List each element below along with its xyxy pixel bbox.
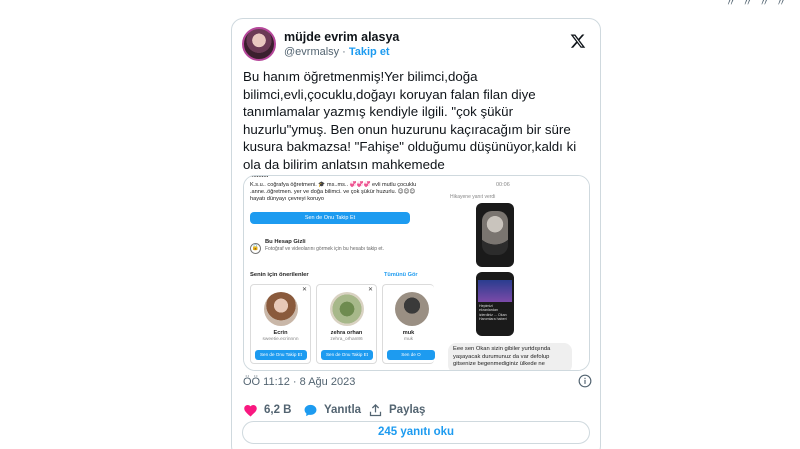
suggestion-card: ✕ Ecrin sweetie.ecrinnnn Sen de Onu Taki… — [250, 284, 311, 364]
tweet-actions: 6,2 B Yanıtla Paylaş — [243, 401, 593, 419]
suggestions-title: Senin için önerilenler — [250, 272, 309, 278]
share-label: Paylaş — [389, 404, 426, 416]
suggestion-username: muk — [403, 337, 414, 342]
suggestion-card: ✕ zehra orhan zehra_orhan86 Sen de Onu T… — [316, 284, 377, 364]
dm-message-bubble: Eee sen Okan sizin gibiler yurtdışında y… — [448, 343, 572, 370]
story-caption: Hepimizi ekranlardan izlerdiniz ... Okan… — [479, 304, 507, 322]
tweet-timestamp[interactable]: ÖÖ 11:12 · 8 Ağu 2023 — [243, 376, 355, 388]
tweet-text-line: Bu hanım öğretmenmiş!Yer bilimci,doğa — [243, 69, 478, 84]
story-thumbnail — [476, 203, 514, 267]
heart-icon — [244, 404, 257, 416]
private-account-title: Bu Hesap Gizli — [265, 239, 306, 245]
tweet-text-line: tanımlamalar yazmış kendiyle ilgili. "ço… — [243, 104, 514, 120]
author-name[interactable]: müjde evrim alasya — [284, 30, 399, 44]
profile-screenshot: ........... K.s.u.. coğrafya öğretmeni. … — [244, 175, 435, 370]
ss-follow-back-button: Sen de Onu Takip Et — [250, 212, 410, 224]
suggestion-follow-button: Sen de Onu Takip Et — [255, 350, 307, 360]
story-stage-image — [478, 280, 512, 302]
private-account-desc: Fotoğraf ve videolarını görmek için bu h… — [265, 246, 384, 252]
top-strip: 〃 〃 〃 〃 — [0, 0, 800, 9]
tweet-embed-card: müjde evrim alasya @evrmalsy · Takip et Bu… — [231, 18, 601, 449]
tweet-text-line: kusura bakmazsa! "Fahişe" olduğumu düşün… — [243, 139, 577, 155]
dm-replied-label: Hikayene yanıt verdi — [450, 194, 496, 200]
author-avatar[interactable] — [242, 27, 276, 61]
suggestion-follow-button: Sen de Onu Takip Et — [321, 350, 373, 360]
close-icon: ✕ — [301, 287, 307, 293]
tweet-text: Bu hanım öğretmenmiş!Yer bilimci,doğa bi… — [243, 68, 593, 174]
dm-screenshot: 00:06 Hikayene yanıt verdi Hepimizi ekra… — [444, 176, 589, 370]
suggestion-name: Ecrin — [273, 330, 288, 336]
see-all-link: Tümünü Gör — [384, 272, 418, 278]
suggestion-avatar — [264, 292, 298, 326]
separator-dot: · — [342, 46, 346, 58]
suggestion-username: zehra_orhan86 — [330, 337, 363, 342]
x-logo-icon[interactable] — [570, 33, 586, 49]
suggestion-name: zehra orhan — [330, 330, 363, 336]
tweet-media[interactable]: ........... K.s.u.. coğrafya öğretmeni. … — [243, 175, 590, 371]
suggestion-username: sweetie.ecrinnnn — [262, 337, 299, 342]
like-button[interactable]: 6,2 B — [243, 401, 292, 419]
tweet-text-line: huzurlu"ymuş. Ben onun huzurunu kaçıraca… — [243, 121, 571, 137]
share-icon — [369, 403, 382, 416]
tweet-text-line: bilimci,evli,çocuklu,doğayı koruyan fala… — [243, 86, 536, 102]
close-icon: ✕ — [367, 287, 373, 293]
share-button[interactable]: Paylaş — [368, 401, 425, 419]
suggestion-name: muk — [402, 330, 415, 336]
reply-button[interactable]: Yanıtla — [303, 401, 361, 419]
story-face-image — [482, 211, 508, 255]
suggestion-follow-button: Sen de O — [387, 350, 435, 360]
dm-time: 00:06 — [496, 182, 510, 188]
profile-bio: K.s.u.. coğrafya öğretmeni. 🎓 ms..ms.. 💞… — [250, 182, 417, 203]
read-replies-button[interactable]: 245 yanıtı oku — [242, 421, 590, 444]
author-handle-row: @evrmalsy · Takip et — [284, 46, 390, 58]
top-strip-text: 〃 〃 〃 〃 — [725, 0, 788, 9]
tweet-text-line: ola da bilirim anlatsın mahkemede — [243, 156, 445, 172]
suggestion-card: muk muk Sen de O — [382, 284, 435, 364]
follow-button[interactable]: Takip et — [349, 46, 390, 58]
info-icon[interactable] — [578, 374, 592, 388]
reply-bubble-icon — [304, 404, 317, 416]
author-handle[interactable]: @evrmalsy — [284, 46, 339, 58]
like-count: 6,2 B — [264, 404, 292, 416]
suggestion-avatar — [330, 292, 364, 326]
suggestion-avatar — [395, 292, 429, 326]
cut-off-text: ........... — [250, 175, 269, 179]
story-thumbnail: Hepimizi ekranlardan izlerdiniz ... Okan… — [476, 272, 514, 336]
lock-icon: 🔒 — [250, 243, 261, 254]
reply-label: Yanıtla — [324, 404, 362, 416]
tweet-header: müjde evrim alasya @evrmalsy · Takip et — [242, 27, 592, 63]
